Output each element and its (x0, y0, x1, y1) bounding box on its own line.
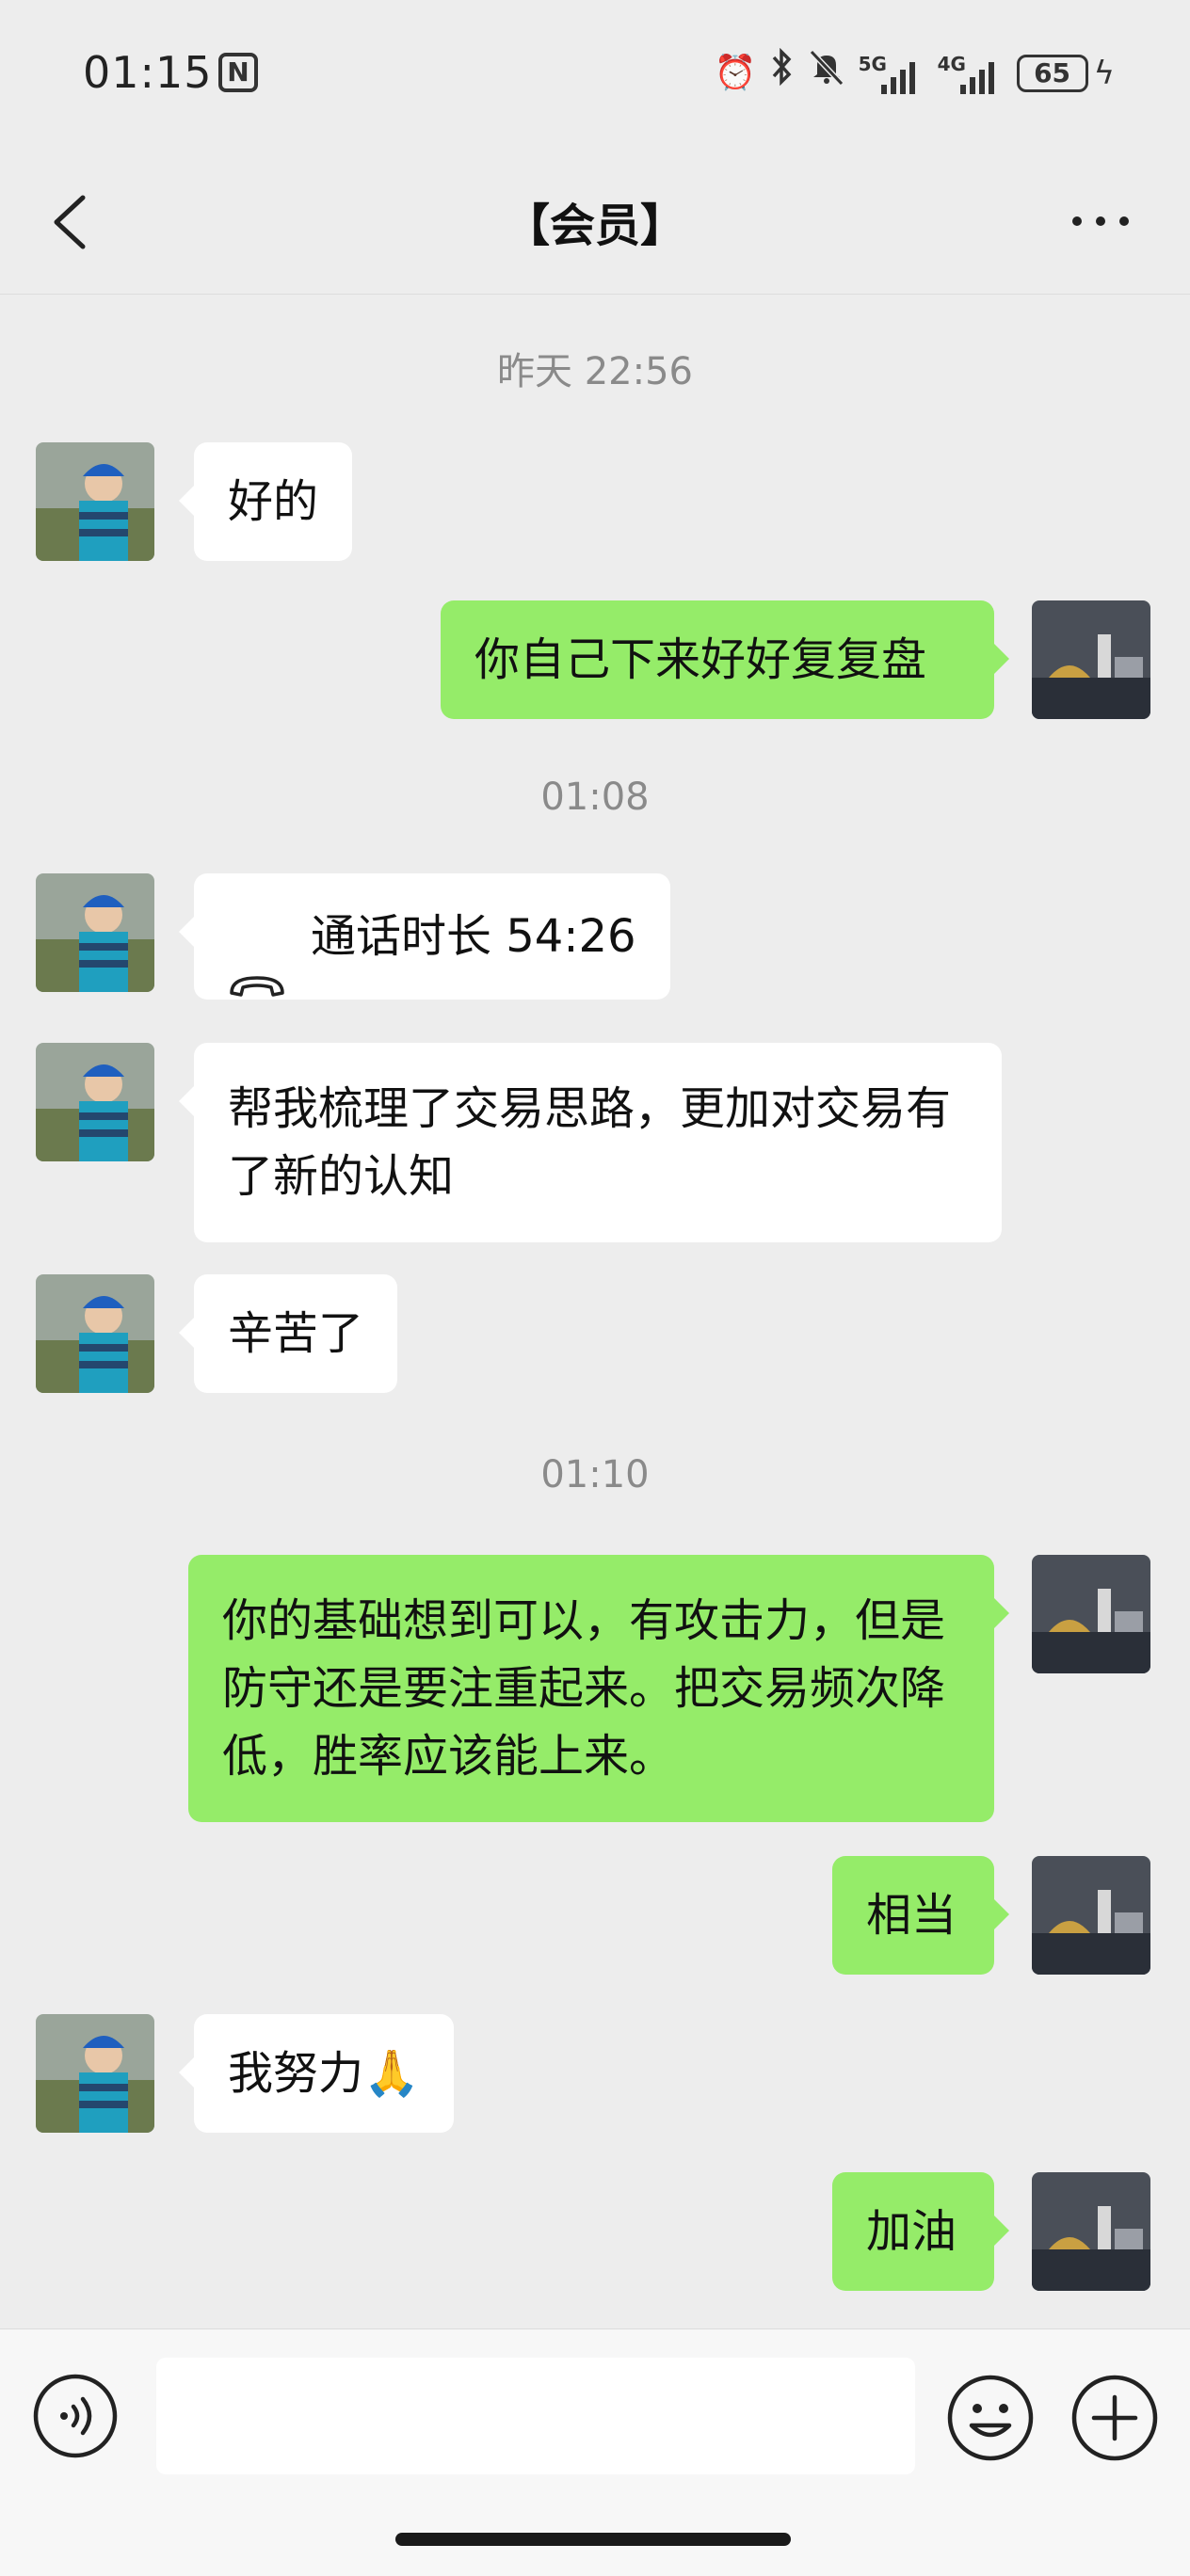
message-bubble-incoming[interactable]: 帮我梳理了交易思路，更加对交易有了新的认知 (179, 1043, 1002, 1242)
emoji-icon[interactable] (945, 2373, 1036, 2463)
call-duration-text: 通话时长 54:26 (311, 910, 636, 963)
message-text: 好的 (228, 475, 319, 528)
message-text: 相当 (866, 1889, 957, 1942)
status-icons: ⏰ 5G 4G 65 ϟ (714, 47, 1115, 100)
plus-icon[interactable] (1069, 2373, 1160, 2463)
charging-icon: ϟ (1093, 55, 1115, 92)
mute-icon (808, 48, 845, 100)
status-time: 01:15 (83, 47, 213, 98)
message-text: 辛苦了 (228, 1307, 364, 1360)
message-bubble-incoming[interactable]: 好的 (178, 442, 353, 561)
contact-avatar[interactable] (36, 442, 154, 561)
message-text: 你自己下来好好复复盘 (474, 633, 927, 686)
battery-level: 65 (1016, 55, 1088, 92)
message-text: 你的基础想到可以，有攻击力，但是防守还是要注重起来。把交易频次降低，胜率应该能上… (222, 1594, 946, 1783)
message-bubble-outgoing[interactable]: 你的基础想到可以，有攻击力，但是防守还是要注重起来。把交易频次降低，胜率应该能上… (188, 1555, 1009, 1822)
contact-avatar[interactable] (36, 2014, 154, 2133)
call-record-bubble[interactable]: 通话时长 54:26 (179, 873, 670, 1000)
alarm-icon: ⏰ (714, 54, 757, 92)
message-bubble-incoming[interactable]: 我努力🙏 (179, 2014, 454, 2133)
more-icon[interactable] (1068, 200, 1134, 243)
message-bubble-outgoing[interactable]: 加油 (832, 2172, 1009, 2291)
message-text: 加油 (866, 2205, 957, 2258)
nfc-icon: N (218, 53, 258, 92)
message-text: 我努力🙏 (228, 2047, 420, 2100)
timestamp: 01:10 (540, 1453, 650, 1496)
chat-header: 【会员】 (0, 151, 1190, 295)
status-bar: 01:15 N ⏰ 5G 4G 65 ϟ (0, 0, 1190, 151)
battery-icon: 65 ϟ (1016, 55, 1115, 92)
message-bubble-outgoing[interactable]: 相当 (832, 1856, 1009, 1975)
timestamp: 01:08 (540, 776, 650, 819)
contact-avatar[interactable] (36, 1043, 154, 1161)
signal-5g-icon: 5G (859, 51, 925, 96)
bluetooth-icon (770, 47, 795, 100)
message-bubble-outgoing[interactable]: 你自己下来好好复复盘 (441, 600, 1009, 719)
home-indicator[interactable] (395, 2533, 791, 2546)
contact-avatar[interactable] (36, 1274, 154, 1393)
my-avatar[interactable] (1032, 2172, 1150, 2291)
my-avatar[interactable] (1032, 600, 1150, 719)
message-text: 帮我梳理了交易思路，更加对交易有了新的认知 (228, 1082, 952, 1203)
message-input[interactable] (156, 2358, 915, 2474)
signal-4g-icon: 4G (938, 51, 1004, 96)
input-bar (0, 2328, 1190, 2576)
message-bubble-incoming[interactable]: 辛苦了 (178, 1274, 398, 1393)
timestamp: 昨天 22:56 (497, 350, 693, 393)
voice-input-icon[interactable] (32, 2373, 119, 2459)
my-avatar[interactable] (1032, 1555, 1150, 1673)
phone-hangup-icon (228, 922, 286, 997)
chat-title: 【会员】 (504, 200, 685, 252)
my-avatar[interactable] (1032, 1856, 1150, 1975)
contact-avatar[interactable] (36, 873, 154, 992)
message-list[interactable]: 昨天 22:56 好的 你自己下来好好复复盘 01:08 通话时长 54:26 … (0, 294, 1190, 2328)
